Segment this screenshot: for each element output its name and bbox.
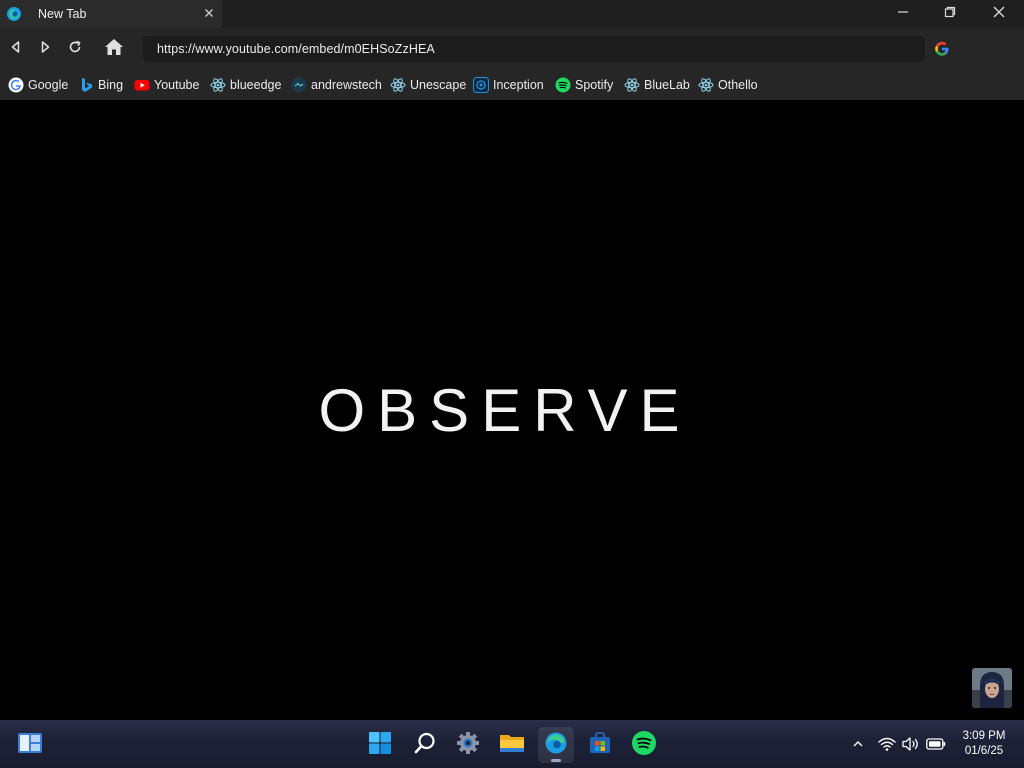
bookmark-label: Unescape xyxy=(410,78,467,92)
reload-icon xyxy=(67,39,83,60)
bookmark-label: Othello xyxy=(718,78,758,92)
spotify-icon xyxy=(631,730,657,761)
battery-icon[interactable] xyxy=(926,734,946,754)
widgets-button[interactable] xyxy=(12,727,48,763)
file-explorer-icon xyxy=(499,732,525,759)
video-player[interactable]: OBSERVE xyxy=(0,100,1024,720)
bookmark-label: BlueLab xyxy=(644,78,690,92)
bookmark-label: Bing xyxy=(98,78,124,92)
react-icon xyxy=(624,78,640,92)
bookmark-unescape[interactable]: Unescape xyxy=(390,76,466,94)
close-button[interactable] xyxy=(976,0,1022,28)
chevron-up-icon[interactable] xyxy=(848,734,868,754)
spotify-icon xyxy=(555,77,571,93)
tab-title: New Tab xyxy=(38,7,87,21)
bookmark-label: blueedge xyxy=(230,78,282,92)
volume-icon[interactable] xyxy=(901,734,921,754)
google-icon xyxy=(8,77,24,93)
clock-time: 3:09 PM xyxy=(962,730,1006,742)
bookmark-label: Youtube xyxy=(154,78,200,92)
inception-icon xyxy=(473,77,489,93)
home-icon xyxy=(104,38,124,61)
search-button[interactable] xyxy=(407,727,443,763)
react-icon xyxy=(390,78,406,92)
edge-taskbar-button[interactable] xyxy=(538,727,574,763)
edge-icon xyxy=(6,6,22,22)
bookmark-bing[interactable]: Bing xyxy=(80,76,123,94)
bookmark-bluelab[interactable]: BlueLab xyxy=(624,76,690,94)
bookmark-label: Google xyxy=(28,78,69,92)
search-icon xyxy=(413,731,437,760)
close-icon xyxy=(993,5,1005,23)
settings-button[interactable] xyxy=(450,727,486,763)
bookmark-youtube[interactable]: Youtube xyxy=(134,76,199,94)
home-button[interactable] xyxy=(102,37,126,61)
bookmark-othello[interactable]: Othello xyxy=(698,76,758,94)
react-icon xyxy=(698,78,714,92)
tab-new-tab[interactable]: New Tab xyxy=(0,0,222,28)
andrewstech-icon xyxy=(291,77,307,93)
bookmark-label: Inception xyxy=(493,78,544,92)
edge-icon xyxy=(544,731,568,760)
reload-button[interactable] xyxy=(63,37,87,61)
back-button[interactable] xyxy=(4,37,28,61)
taskbar-clock[interactable]: 3:09 PM 01/6/25 xyxy=(952,729,1016,759)
google-icon[interactable] xyxy=(932,39,952,59)
bookmark-andrewstech[interactable]: andrewstech xyxy=(291,76,382,94)
tab-close-icon[interactable] xyxy=(202,6,216,20)
video-caption-text: OBSERVE xyxy=(318,377,692,444)
address-url: https://www.youtube.com/embed/m0EHSoZzHE… xyxy=(157,42,435,56)
restore-icon xyxy=(944,5,956,23)
bookmark-spotify[interactable]: Spotify xyxy=(555,76,613,94)
taskbar: 3:09 PM 01/6/25 xyxy=(0,720,1024,768)
forward-icon xyxy=(38,40,52,59)
minimize-icon xyxy=(897,5,909,23)
bookmarks-bar: Google Bing Youtube blueedge andrewstech… xyxy=(0,70,1024,100)
clock-date: 01/6/25 xyxy=(964,745,1004,757)
forward-button[interactable] xyxy=(33,37,57,61)
store-icon xyxy=(588,731,612,760)
spotify-taskbar-button[interactable] xyxy=(626,727,662,763)
store-button[interactable] xyxy=(582,727,618,763)
windows-start-icon xyxy=(368,731,392,760)
title-bar: New Tab xyxy=(0,0,1024,28)
bookmark-blueedge[interactable]: blueedge xyxy=(210,76,281,94)
bookmark-label: Spotify xyxy=(575,78,614,92)
back-icon xyxy=(9,40,23,59)
bookmark-inception[interactable]: Inception xyxy=(473,76,544,94)
file-explorer-button[interactable] xyxy=(494,727,530,763)
restore-button[interactable] xyxy=(927,0,973,28)
address-bar[interactable]: https://www.youtube.com/embed/m0EHSoZzHE… xyxy=(143,36,925,62)
youtube-icon xyxy=(134,80,150,91)
bookmark-google[interactable]: Google xyxy=(8,76,68,94)
react-icon xyxy=(210,78,226,92)
bookmark-label: andrewstech xyxy=(311,78,382,92)
start-button[interactable] xyxy=(362,727,398,763)
bing-icon xyxy=(82,78,92,92)
minimize-button[interactable] xyxy=(880,0,926,28)
wifi-icon[interactable] xyxy=(877,734,897,754)
avatar[interactable] xyxy=(972,668,1012,708)
navigation-toolbar: https://www.youtube.com/embed/m0EHSoZzHE… xyxy=(0,28,1024,70)
settings-icon xyxy=(456,731,480,760)
widgets-icon xyxy=(17,732,43,759)
